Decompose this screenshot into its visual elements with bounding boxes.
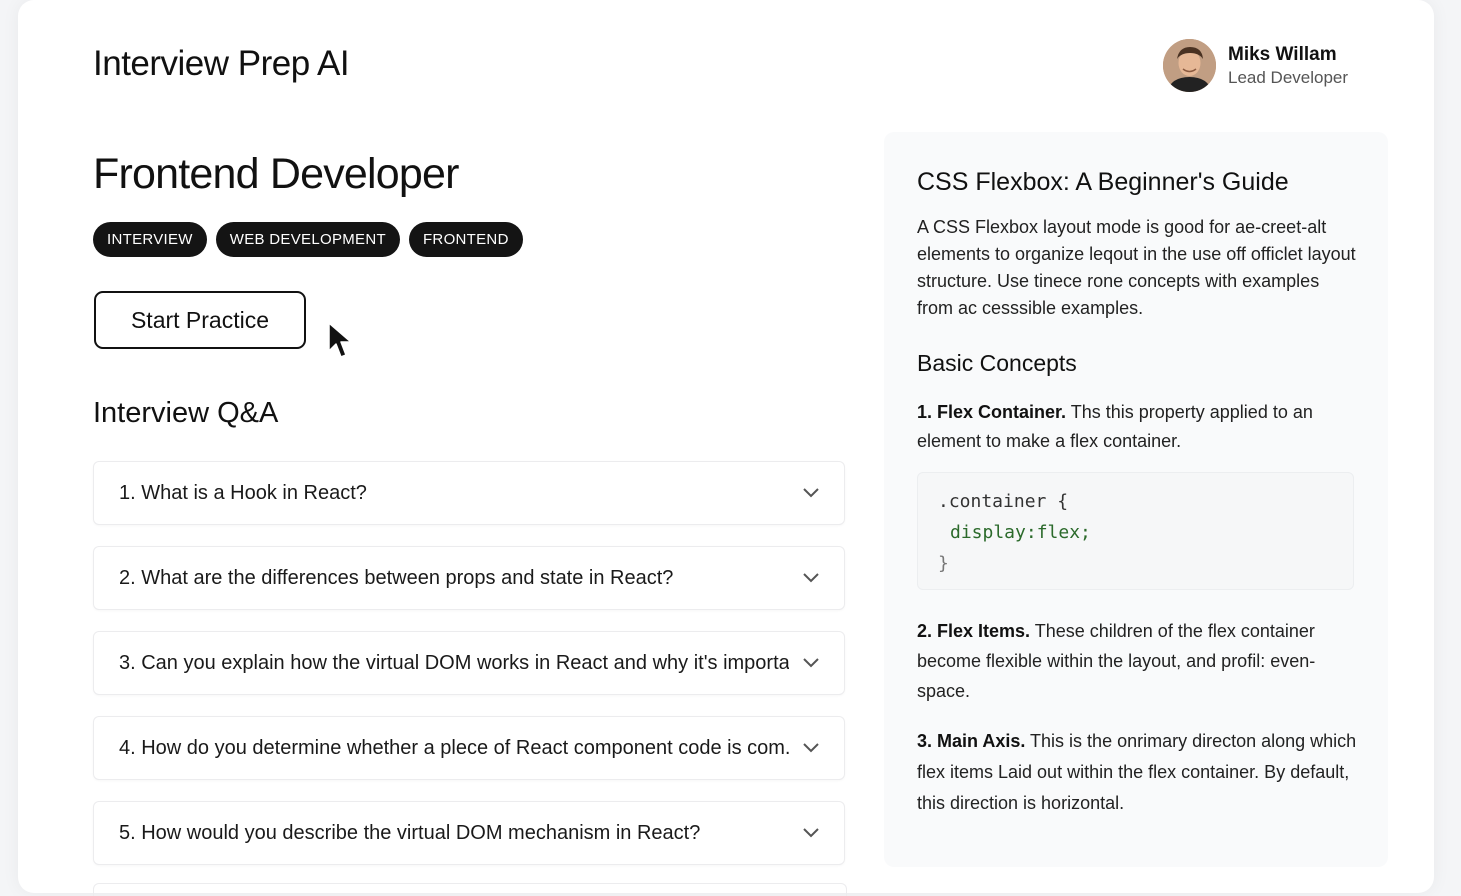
qa-question: 2. What are the differences between prop… bbox=[119, 566, 674, 589]
tag-interview: INTERVIEW bbox=[93, 222, 207, 257]
concepts-heading: Basic Concepts bbox=[917, 350, 1077, 376]
qa-item[interactable]: 4. How do you determine whether a plece … bbox=[93, 716, 845, 780]
qa-item[interactable]: 2. What are the differences between prop… bbox=[93, 546, 845, 610]
qa-question: 3. Can you explain how the virtual DOM w… bbox=[119, 651, 789, 674]
user-name: Miks Willam bbox=[1228, 43, 1337, 65]
guide-panel: CSS Flexbox: A Beginner's Guide A CSS Fl… bbox=[884, 132, 1388, 867]
concept-term: 1. Flex Container. bbox=[917, 402, 1067, 422]
qa-item[interactable]: 5. How would you describe the virtual DO… bbox=[93, 801, 845, 865]
code-block: .container { display:flex; } bbox=[917, 472, 1354, 590]
mouse-pointer-icon bbox=[328, 322, 352, 358]
concept-main-axis: 3. Main Axis. This is the onrimary direc… bbox=[917, 726, 1357, 819]
qa-list: 1. What is a Hook in React? 2. What are … bbox=[93, 461, 845, 886]
qa-question: 1. What is a Hook in React? bbox=[119, 481, 367, 504]
concept-flex-container: 1. Flex Container. Ths this property app… bbox=[917, 398, 1327, 456]
concept-term: 2. Flex Items. bbox=[917, 621, 1031, 641]
page-title: Frontend Developer bbox=[93, 150, 459, 198]
chevron-down-icon[interactable] bbox=[802, 827, 820, 839]
concept-term: 3. Main Axis. bbox=[917, 731, 1026, 751]
qa-question: 5. How would you describe the virtual DO… bbox=[119, 821, 701, 844]
chevron-down-icon[interactable] bbox=[802, 742, 820, 754]
tag-frontend: FRONTEND bbox=[408, 222, 523, 257]
tag-web-development: WEB DEVELOPMENT bbox=[215, 222, 400, 257]
qa-heading: Interview Q&A bbox=[93, 397, 279, 429]
code-line: display:flex; bbox=[950, 522, 1091, 543]
qa-item[interactable]: 1. What is a Hook in React? bbox=[93, 461, 845, 525]
guide-intro: A CSS Flexbox layout mode is good for ae… bbox=[917, 217, 1356, 318]
tag-list: INTERVIEW WEB DEVELOPMENT FRONTEND bbox=[93, 222, 532, 257]
chevron-down-icon[interactable] bbox=[802, 487, 820, 499]
qa-question: 4. How do you determine whether a plece … bbox=[119, 736, 789, 759]
qa-item[interactable]: 3. Can you explain how the virtual DOM w… bbox=[93, 631, 845, 695]
user-role: Lead Developer bbox=[1228, 67, 1349, 87]
user-profile[interactable]: Miks Willam Lead Developer bbox=[1163, 39, 1348, 92]
code-line: } bbox=[938, 553, 949, 574]
concept-flex-items: 2. Flex Items. These children of the fle… bbox=[917, 616, 1357, 706]
chevron-down-icon[interactable] bbox=[802, 572, 820, 584]
avatar[interactable] bbox=[1163, 39, 1216, 92]
guide-title: CSS Flexbox: A Beginner's Guide bbox=[917, 168, 1289, 196]
code-line: .container { bbox=[938, 491, 1069, 512]
chevron-down-icon[interactable] bbox=[802, 657, 820, 669]
start-practice-button[interactable]: Start Practice bbox=[94, 291, 306, 349]
app-title: Interview Prep AI bbox=[93, 44, 350, 83]
qa-item-partial[interactable] bbox=[93, 883, 847, 896]
avatar-photo-icon bbox=[1163, 39, 1216, 92]
